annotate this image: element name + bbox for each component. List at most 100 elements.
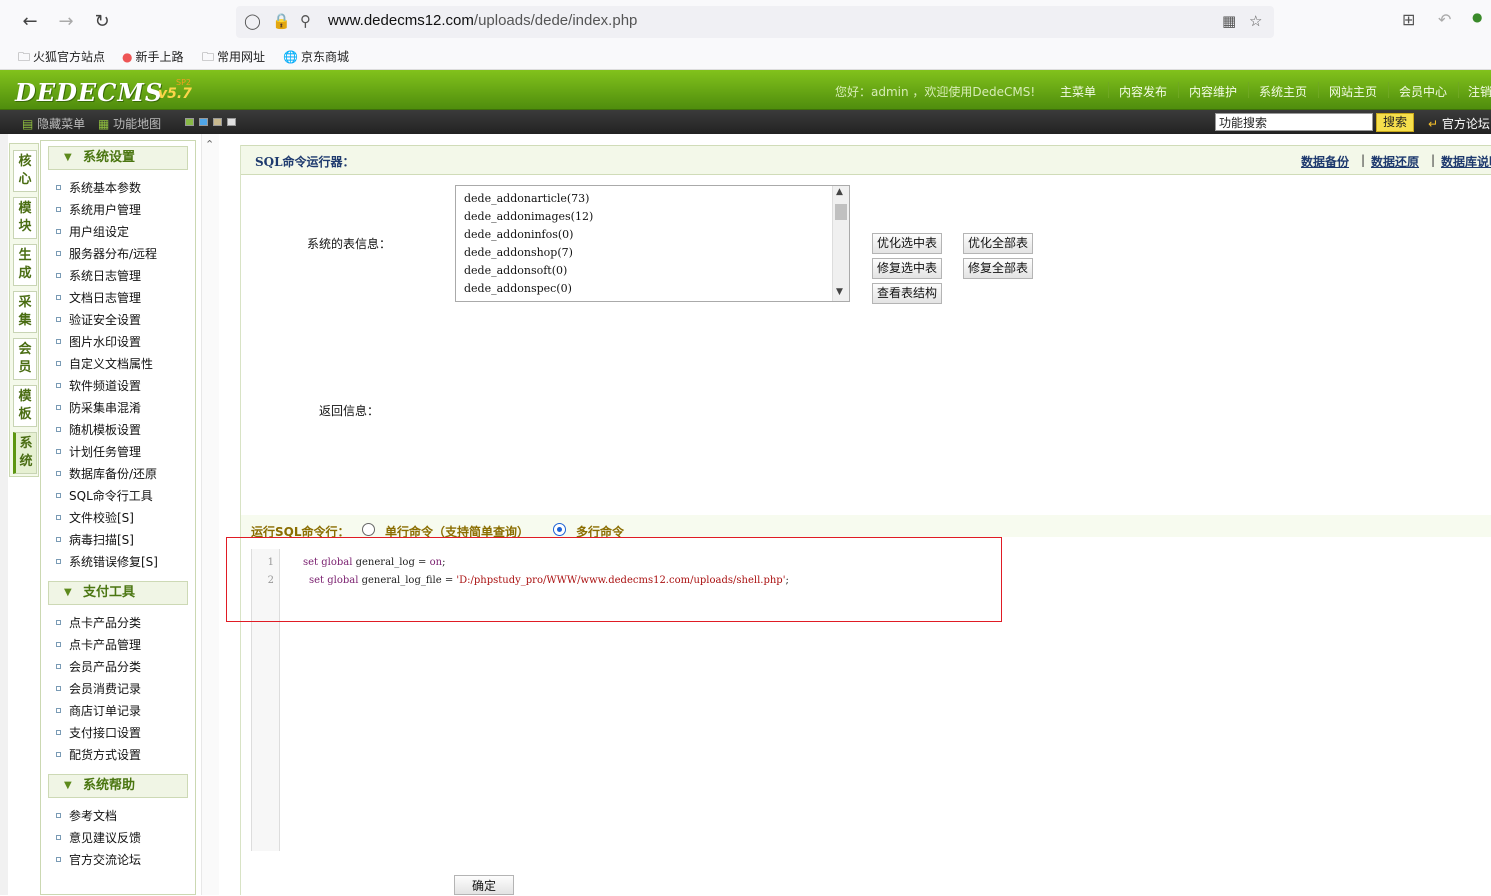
tab-module[interactable]: 模块 [13,197,37,239]
tab-core[interactable]: 核心 [13,150,37,192]
table-option[interactable]: dede_addonspec(0) [464,282,572,295]
url-text[interactable]: www.dedecms12.com/uploads/dede/index.php [328,12,637,29]
tab-template[interactable]: 模板 [13,385,37,427]
hide-menu-link[interactable]: ▤ 隐藏菜单 [22,115,85,132]
menu-item[interactable]: 用户组设定 [56,222,129,242]
data-restore-link[interactable]: 数据还原 [1371,153,1419,170]
nav-logout[interactable]: 注销 [1468,83,1491,100]
table-select-list[interactable]: dede_addonarticle(73) dede_addonimages(1… [455,185,850,302]
menu-item[interactable]: 病毒扫描[S] [56,530,134,550]
function-search-input[interactable] [1215,113,1373,131]
qr-code-icon[interactable]: ▦ [1222,12,1236,30]
scroll-down-icon[interactable]: ▼ [836,287,843,297]
bookmark-item[interactable]: 🗀 常用网址 [202,48,265,69]
url-bar[interactable]: ◯ 🔒 ⚲ www.dedecms12.com/uploads/dede/ind… [236,6,1274,38]
menu-item[interactable]: 商店订单记录 [56,701,141,721]
menu-item[interactable]: 随机模板设置 [56,420,141,440]
menu-item[interactable]: 点卡产品管理 [56,635,141,655]
nav-member-center[interactable]: 会员中心 [1399,83,1447,100]
table-option[interactable]: dede_addonsoft(0) [464,264,567,277]
menu-item[interactable]: 会员消费记录 [56,679,141,699]
table-option[interactable]: dede_addonshop(7) [464,246,573,259]
nav-content-publish[interactable]: 内容发布 [1119,83,1167,100]
data-backup-link[interactable]: 数据备份 [1301,153,1349,170]
menu-group-payment-tools[interactable]: ▼ 支付工具 [48,581,188,605]
menu-item[interactable]: 系统基本参数 [56,178,141,198]
menu-group-system-settings[interactable]: ▼ 系统设置 [48,146,188,170]
nav-content-maintain[interactable]: 内容维护 [1189,83,1237,100]
nav-main-menu[interactable]: 主菜单 [1060,83,1096,100]
table-option[interactable]: dede_addonimages(12) [464,210,593,223]
bookmark-item[interactable]: 🌐 京东商城 [283,48,349,65]
tab-generate[interactable]: 生成 [13,244,37,286]
bookmark-star-icon[interactable]: ☆ [1249,12,1262,30]
bookmark-item[interactable]: ● 新手上路 [122,48,184,65]
menu-item[interactable]: 会员产品分类 [56,657,141,677]
shield-icon[interactable]: ◯ [244,12,261,30]
menu-item[interactable]: 防采集串混淆 [56,398,141,418]
back-icon[interactable]: ← [18,10,42,34]
nav-system-home[interactable]: 系统主页 [1259,83,1307,100]
skin-swatch-green[interactable] [185,118,194,126]
repair-all-button[interactable]: 修复全部表 [963,258,1034,279]
bookmarks-bar: 🗀 火狐官方站点 ● 新手上路 🗀 常用网址 🌐 京东商城 [0,44,1491,70]
optimize-selected-button[interactable]: 优化选中表 [872,233,943,254]
menu-item[interactable]: 软件频道设置 [56,376,141,396]
reload-icon[interactable]: ↻ [90,10,114,34]
tab-member[interactable]: 会员 [13,338,37,380]
skin-swatch-gray[interactable] [227,118,236,126]
undo-icon[interactable]: ↶ [1438,10,1451,29]
nav-site-home[interactable]: 网站主页 [1329,83,1377,100]
optimize-all-button[interactable]: 优化全部表 [963,233,1034,254]
version-label: v5.7 [158,86,192,102]
menu-item[interactable]: 系统用户管理 [56,200,141,220]
chevron-up-icon[interactable]: ⌃ [205,138,214,151]
menu-item[interactable]: 验证安全设置 [56,310,141,330]
menu-item[interactable]: 配货方式设置 [56,745,141,765]
menu-item[interactable]: 官方交流论坛 [56,850,141,870]
menu-item[interactable]: 计划任务管理 [56,442,141,462]
scroll-up-icon[interactable]: ▲ [836,187,843,197]
search-button[interactable]: 搜索 [1376,113,1414,132]
bookmark-item[interactable]: 🗀 火狐官方站点 [18,48,105,69]
menu-item[interactable]: 意见建议反馈 [56,828,141,848]
menu-item[interactable]: 服务器分布/远程 [56,244,157,264]
table-option[interactable]: dede_addoninfos(0) [464,228,573,241]
menu-item[interactable]: 点卡产品分类 [56,613,141,633]
menu-item[interactable]: 文件校验[S] [56,508,134,528]
database-notes-link[interactable]: 数据库说明 [1441,153,1491,170]
confirm-button[interactable]: 确定 [454,875,514,895]
function-map-link[interactable]: ▦ 功能地图 [98,115,161,132]
menu-item[interactable]: 图片水印设置 [56,332,141,352]
nav-separator [1318,82,1319,98]
table-option[interactable]: dede_addonarticle(73) [464,192,589,205]
browser-toolbar: ← → ↻ ◯ 🔒 ⚲ www.dedecms12.com/uploads/de… [0,0,1491,44]
menu-item[interactable]: 自定义文档属性 [56,354,153,374]
menu-item[interactable]: 系统错误修复[S] [56,552,158,572]
list-scrollbar[interactable]: ▲ ▼ [832,186,849,301]
scroll-thumb[interactable] [835,204,847,220]
main-content: SQL命令运行器： 数据备份 | 数据还原 | 数据库说明 系统的表信息： de… [240,145,1491,895]
insecure-lock-icon[interactable]: 🔒 [272,12,291,30]
menu-item[interactable]: 数据库备份/还原 [56,464,157,484]
multi-command-radio[interactable] [553,523,566,536]
menu-item[interactable]: 系统日志管理 [56,266,141,286]
single-command-radio[interactable] [362,523,375,536]
menu-group-system-help[interactable]: ▼ 系统帮助 [48,774,188,798]
skin-swatch-blue[interactable] [199,118,208,126]
menu-item[interactable]: 参考文档 [56,806,117,826]
repair-selected-button[interactable]: 修复选中表 [872,258,943,279]
menu-splitter[interactable]: ⌃ [201,134,219,895]
view-structure-button[interactable]: 查看表结构 [872,283,943,304]
tab-collect[interactable]: 采集 [13,291,37,333]
menu-item[interactable]: 支付接口设置 [56,723,141,743]
forward-icon[interactable]: → [54,10,78,34]
official-forum-link[interactable]: ↵ 官方论坛 [1428,115,1490,132]
skin-swatch-tan[interactable] [213,118,222,126]
key-icon[interactable]: ⚲ [300,12,311,30]
menu-item[interactable]: 文档日志管理 [56,288,141,308]
extension-icon[interactable]: ● [1472,10,1482,24]
crop-icon[interactable]: ⊞ [1402,10,1415,29]
menu-item-sql-tool[interactable]: SQL命令行工具 [56,486,153,506]
tab-system[interactable]: 系统 [13,432,37,474]
